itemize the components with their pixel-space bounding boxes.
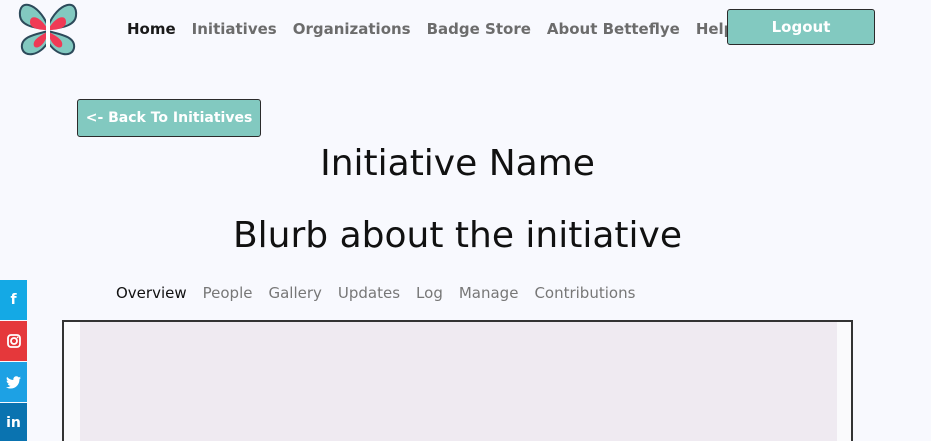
linkedin-icon[interactable]: in [0,403,27,441]
back-to-initiatives-button[interactable]: <- Back To Initiatives [77,99,261,137]
main-nav: Home Initiatives Organizations Badge Sto… [127,19,750,39]
tab-updates[interactable]: Updates [338,283,400,303]
nav-organizations[interactable]: Organizations [293,19,411,39]
tab-manage[interactable]: Manage [459,283,519,303]
initiative-blurb: Blurb about the initiative [232,215,682,256]
page: Home Initiatives Organizations Badge Sto… [0,0,931,441]
social-sidebar: f in [0,280,27,441]
initiative-tabs: Overview People Gallery Updates Log Mana… [116,283,651,303]
nav-badge-store[interactable]: Badge Store [427,19,531,39]
nav-home[interactable]: Home [127,19,176,39]
initiative-title: Initiative Name [320,143,595,184]
tab-gallery[interactable]: Gallery [268,283,321,303]
instagram-icon[interactable] [0,321,27,361]
tab-overview[interactable]: Overview [116,283,187,303]
initiative-image [80,322,837,441]
tab-people[interactable]: People [203,283,253,303]
nav-about[interactable]: About Betteflye [547,19,680,39]
nav-initiatives[interactable]: Initiatives [192,19,277,39]
facebook-icon[interactable]: f [0,280,27,320]
logout-button[interactable]: Logout [727,9,875,45]
betteflye-logo-icon[interactable] [16,0,80,60]
tab-log[interactable]: Log [416,283,443,303]
overview-content-panel [62,320,853,441]
twitter-icon[interactable] [0,362,27,402]
tab-contributions[interactable]: Contributions [534,283,635,303]
